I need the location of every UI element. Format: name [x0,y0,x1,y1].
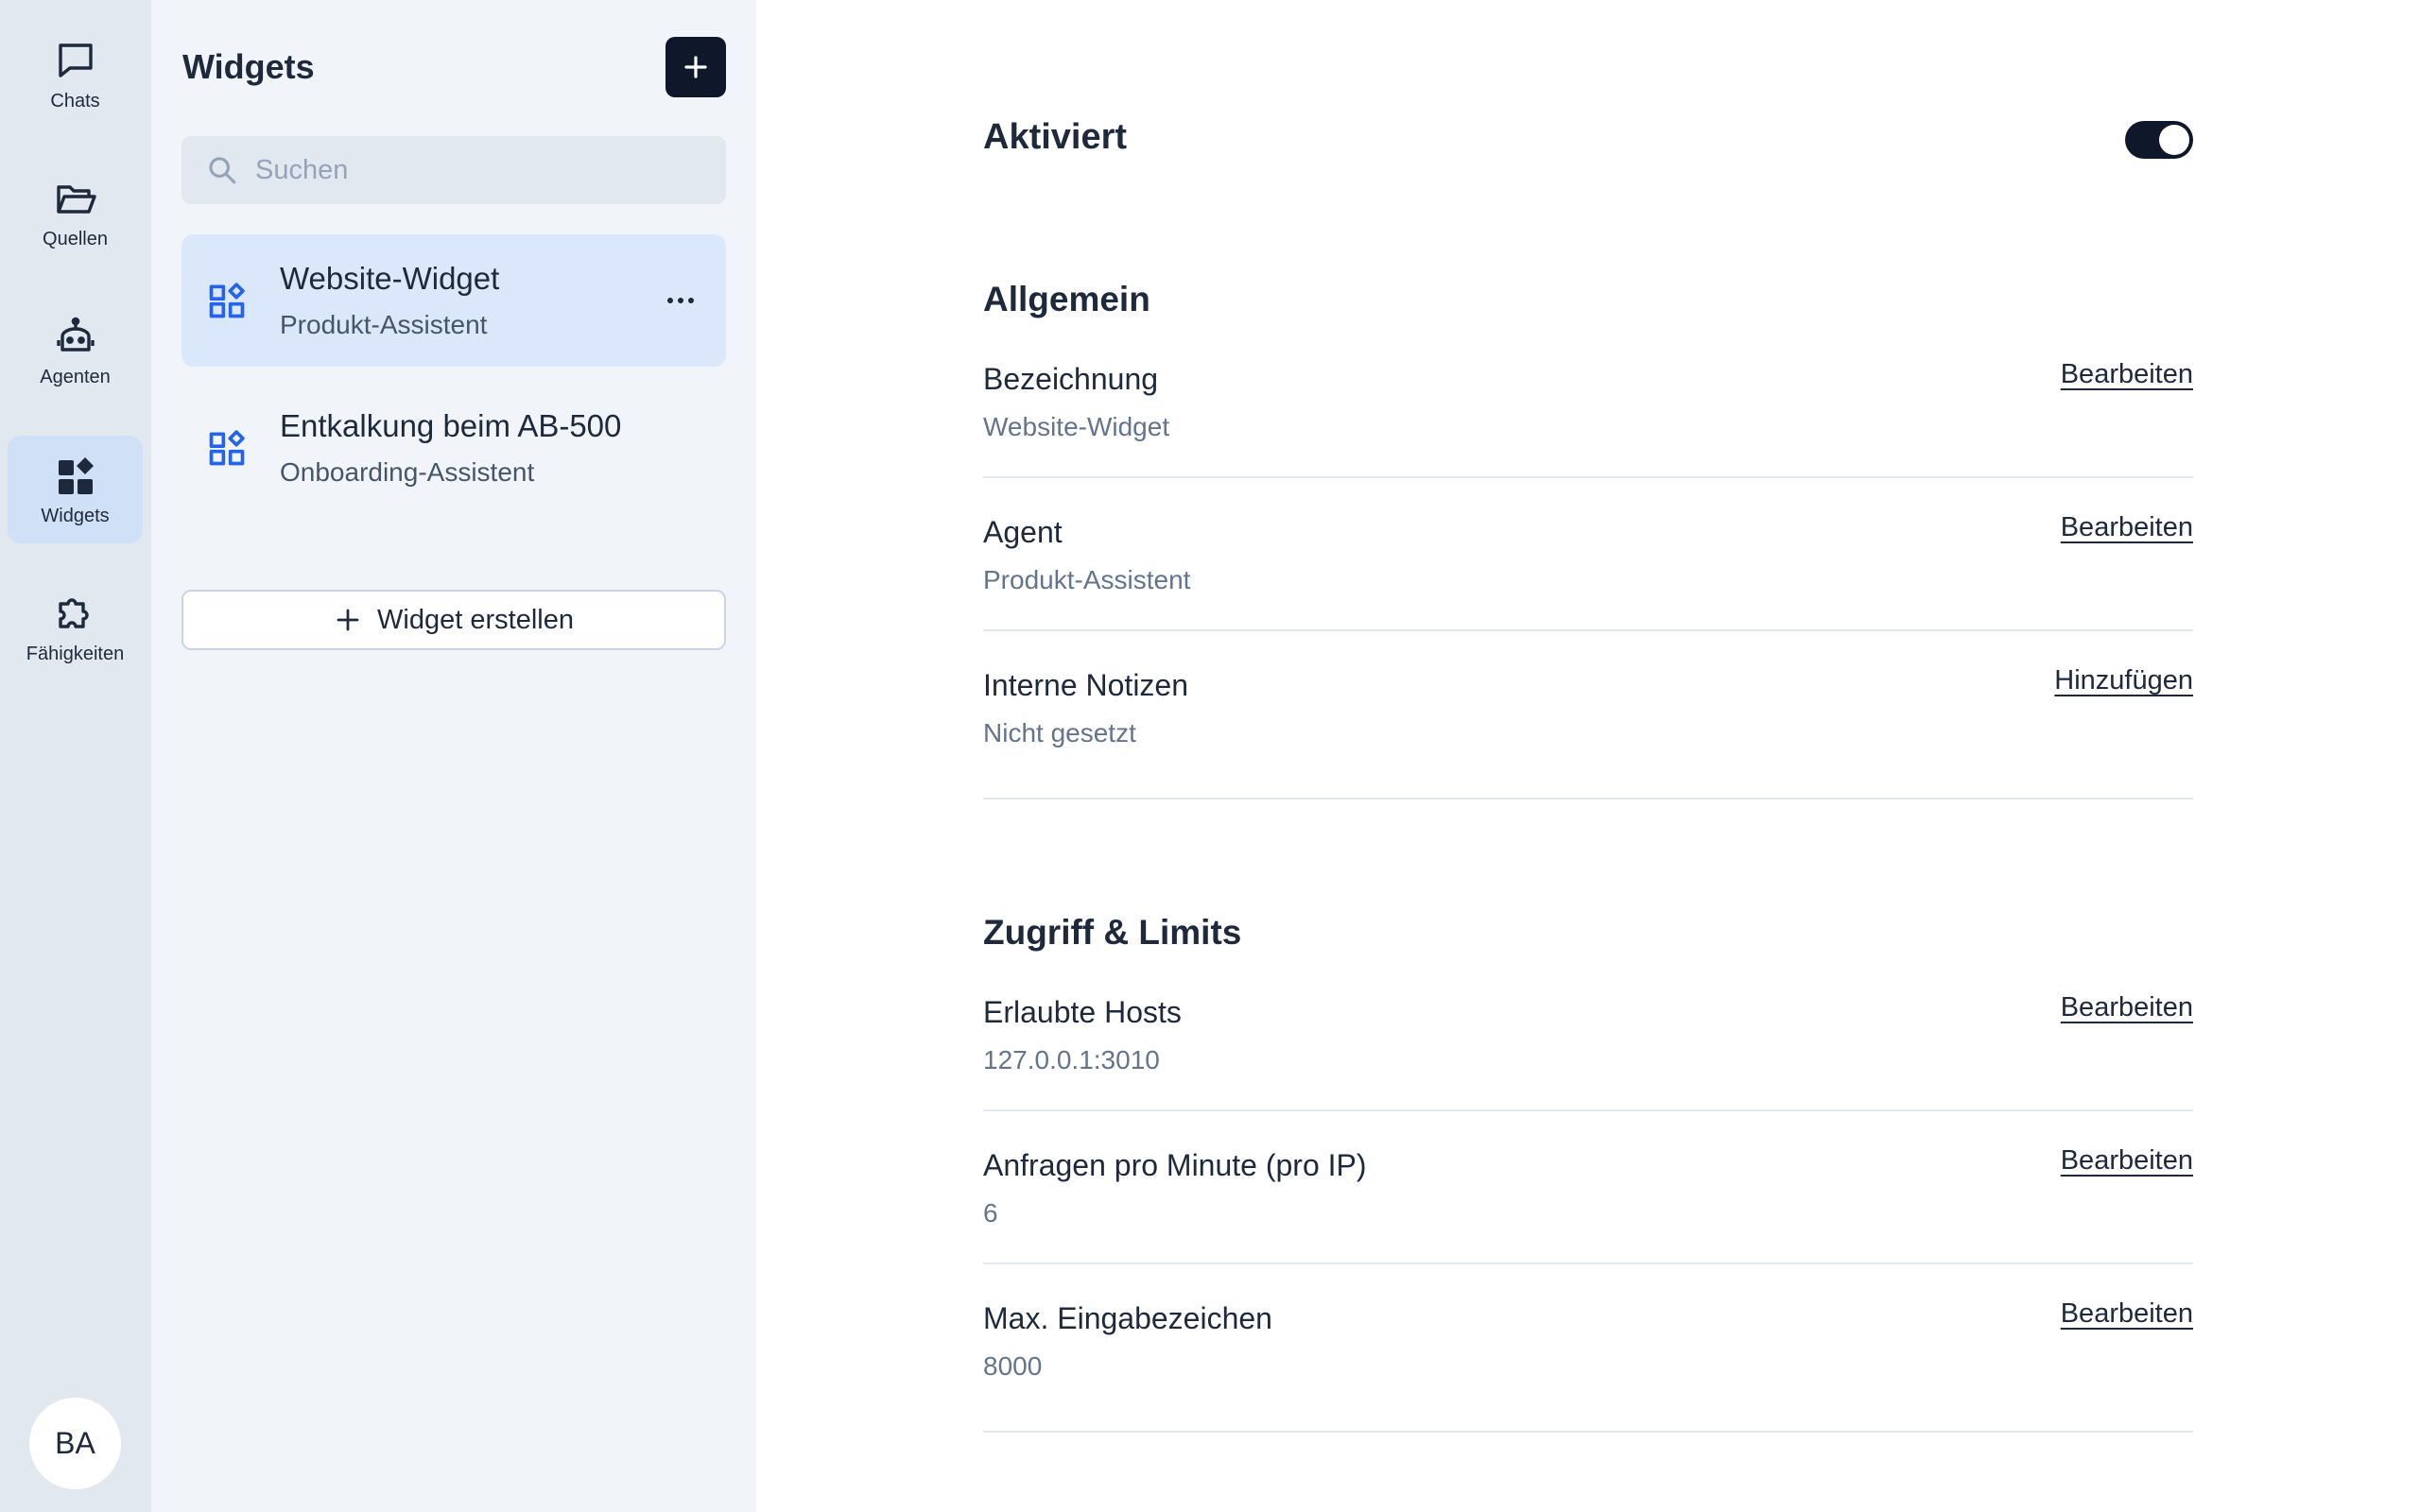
row-label-max-chars: Max. Eingabezeichen [983,1301,1272,1335]
search-input[interactable] [255,154,700,186]
create-widget-label: Widget erstellen [377,604,574,635]
divider [983,798,2193,799]
add-notes-button[interactable]: Hinzufügen [2054,665,2193,696]
section-title-access: Zugriff & Limits [983,913,1242,952]
row-value-name: Website-Widget [983,412,1170,441]
edit-rate-limit-button[interactable]: Bearbeiten [2061,1145,2193,1177]
rail-item-chats[interactable]: Chats [8,21,143,129]
add-widget-button[interactable] [666,37,726,97]
panel-title: Widgets [182,47,315,86]
edit-agent-button[interactable]: Bearbeiten [2061,512,2193,543]
widget-icon [209,430,245,466]
widgets-icon [58,456,94,494]
plus-icon [684,56,707,78]
plus-icon [337,609,359,631]
rail-item-label: Quellen [43,228,108,249]
rail-item-widgets[interactable]: Widgets [8,436,143,543]
row-label-name: Bezeichnung [983,362,1159,396]
ellipsis-icon [667,298,694,303]
rail-item-agenten[interactable]: Agenten [8,297,143,404]
rail-item-quellen[interactable]: Quellen [8,159,143,266]
rail-item-label: Agenten [40,366,111,387]
widget-title: Website-Widget [280,261,500,296]
icon-rail: Chats Quellen Agenten Widgets Fähigkeite… [0,0,151,1512]
robot-icon [56,317,95,352]
chat-icon [58,43,93,77]
search-icon [209,157,236,184]
widget-title: Entkalkung beim AB-500 [280,408,622,443]
divider [983,1109,2193,1111]
row-value-notes: Nicht gesetzt [983,718,1136,747]
row-label-hosts: Erlaubte Hosts [983,995,1182,1029]
divider [983,476,2193,478]
widgets-panel: Widgets Website-Widget Produkt-Assistent [151,0,756,1512]
section-title-general: Allgemein [983,280,1150,318]
search-box [182,136,726,204]
widget-subtitle: Onboarding-Assistent [280,457,535,487]
edit-name-button[interactable]: Bearbeiten [2061,359,2193,390]
rail-item-faehigkeiten[interactable]: Fähigkeiten [8,574,143,681]
row-value-hosts: 127.0.0.1:3010 [983,1045,1160,1074]
more-options-button[interactable] [662,282,700,319]
edit-max-chars-button[interactable]: Bearbeiten [2061,1298,2193,1330]
row-label-agent: Agent [983,515,1063,549]
row-label-notes: Interne Notizen [983,668,1189,702]
row-label-rate-limit: Anfragen pro Minute (pro IP) [983,1148,1367,1182]
edit-hosts-button[interactable]: Bearbeiten [2061,992,2193,1023]
widget-list-item[interactable]: Website-Widget Produkt-Assistent [182,234,726,367]
folder-icon [56,184,96,214]
rail-item-label: Fähigkeiten [26,643,125,664]
create-widget-button[interactable]: Widget erstellen [182,590,726,650]
divider [983,1263,2193,1264]
toggle-knob [2159,125,2189,155]
rail-item-label: Widgets [41,505,110,526]
widget-list-item[interactable]: Entkalkung beim AB-500 Onboarding-Assist… [182,382,726,514]
avatar[interactable]: BA [29,1398,121,1489]
rail-item-label: Chats [50,90,100,112]
row-value-rate-limit: 6 [983,1198,998,1228]
puzzle-icon [58,597,89,628]
row-value-agent: Produkt-Assistent [983,565,1191,594]
widget-subtitle: Produkt-Assistent [280,310,488,339]
divider [983,629,2193,631]
widget-icon [209,283,245,318]
divider [983,1431,2193,1433]
enabled-toggle[interactable] [2125,121,2193,159]
widget-settings: Aktiviert Allgemein Bezeichnung Website-… [756,0,2420,1512]
row-value-max-chars: 8000 [983,1351,1043,1381]
enabled-heading: Aktiviert [983,117,1128,157]
